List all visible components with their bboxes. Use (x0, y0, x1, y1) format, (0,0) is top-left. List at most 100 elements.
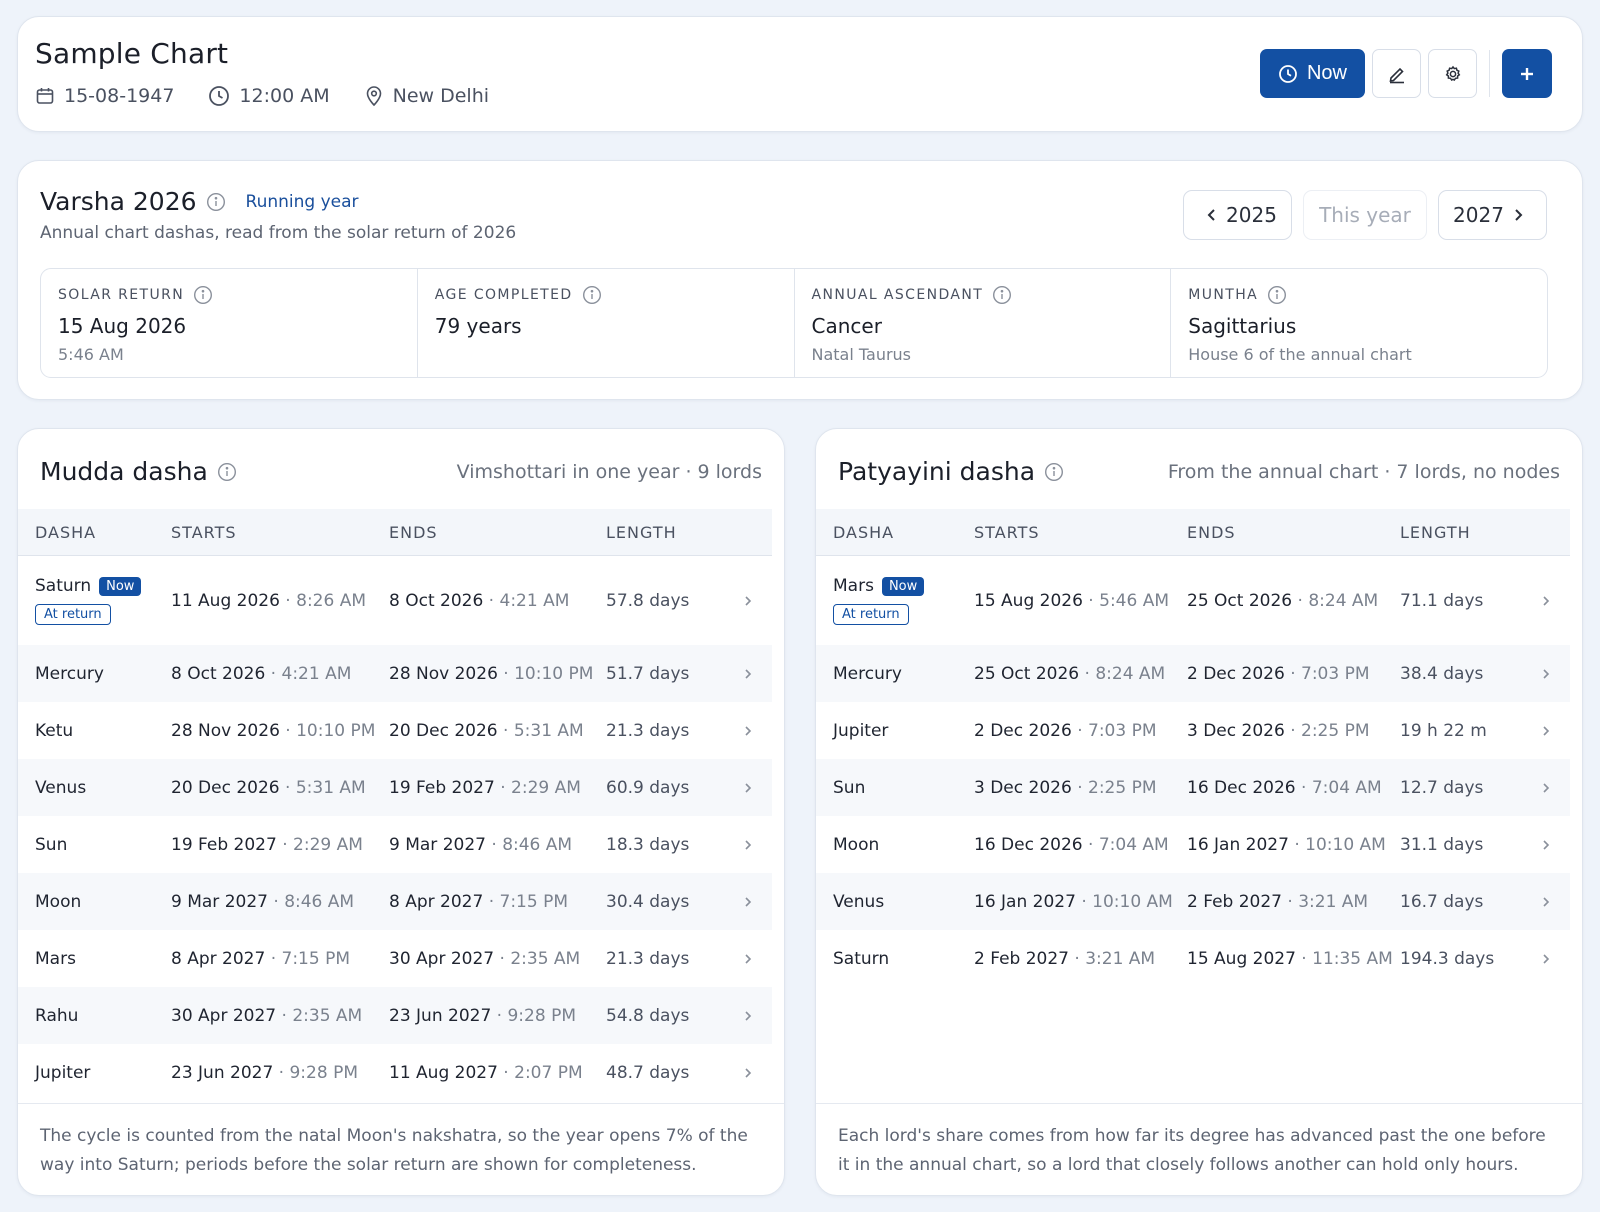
end-time: 5:31 AM (513, 720, 584, 741)
table-row[interactable]: Saturn Now At return 11 Aug 2026 · 8:26 AM 8… (18, 556, 772, 645)
table-row[interactable]: Rahu 30 Apr 2027 · 2:35 AM 23 Jun 2027 · 9… (18, 987, 772, 1044)
length-cell: 194.3 days (1400, 948, 1495, 969)
end-cell: 9 Mar 2027 · 8:46 AM (389, 834, 573, 855)
patyayini-dasha-title: Patyayini dasha (838, 457, 1036, 486)
column-header-ends: ENDS (389, 522, 438, 542)
end-time: 7:15 PM (499, 891, 569, 912)
start-time: 7:15 PM (281, 948, 351, 969)
table-row[interactable]: Ketu 28 Nov 2026 · 10:10 PM 20 Dec 2026 · … (18, 702, 772, 759)
chevron-right-icon[interactable] (724, 838, 772, 852)
chevron-right-icon[interactable] (1522, 952, 1570, 966)
start-cell: 3 Dec 2026 · 2:25 PM (974, 777, 1157, 798)
dasha-lord: Rahu (35, 1005, 79, 1026)
chevron-right-icon[interactable] (724, 594, 772, 608)
dasha-lord: Moon (833, 834, 880, 855)
table-row[interactable]: Moon 9 Mar 2027 · 8:46 AM 8 Apr 2027 · 7:1… (18, 873, 772, 930)
previous-year-label: 2025 (1226, 203, 1277, 227)
table-row[interactable]: Mercury 8 Oct 2026 · 4:21 AM 28 Nov 2026 ·… (18, 645, 772, 702)
table-row[interactable]: Venus 20 Dec 2026 · 5:31 AM 19 Feb 2027 · … (18, 759, 772, 816)
chevron-right-icon[interactable] (724, 895, 772, 909)
table-header: DASHA STARTS ENDS LENGTH (18, 509, 772, 556)
dasha-lord: Sun (35, 834, 68, 855)
location-pin-icon (366, 86, 381, 107)
chevron-right-icon[interactable] (724, 1066, 772, 1080)
varsha-stats: SOLAR RETURN 15 Aug 2026 5:46 AM AGE COM… (40, 268, 1548, 378)
varsha-card: Varsha 2026 Running year Annual chart da… (17, 160, 1583, 400)
info-icon[interactable] (193, 285, 213, 305)
chevron-right-icon[interactable] (724, 781, 772, 795)
start-time: 7:04 AM (1098, 834, 1169, 855)
start-time: 8:24 AM (1095, 663, 1166, 684)
now-badge: Now (99, 576, 142, 596)
mudda-dasha-footnote: The cycle is counted from the natal Moon… (18, 1103, 784, 1195)
edit-button[interactable] (1372, 49, 1421, 98)
chevron-right-icon[interactable] (724, 1009, 772, 1023)
info-icon[interactable] (992, 285, 1012, 305)
patyayini-dasha-footnote: Each lord's share comes from how far its… (816, 1103, 1582, 1195)
end-time: 8:24 AM (1308, 590, 1379, 611)
chevron-right-icon[interactable] (724, 724, 772, 738)
add-button[interactable] (1502, 49, 1552, 98)
chevron-right-icon[interactable] (1522, 838, 1570, 852)
length-cell: 30.4 days (606, 891, 690, 912)
chevron-right-icon[interactable] (1522, 594, 1570, 608)
dasha-lord: Saturn (35, 576, 92, 596)
end-cell: 2 Dec 2026 · 7:03 PM (1187, 663, 1370, 684)
end-cell: 25 Oct 2026 · 8:24 AM (1187, 590, 1379, 611)
table-row[interactable]: Mercury 25 Oct 2026 · 8:24 AM 2 Dec 2026 ·… (816, 645, 1570, 702)
info-icon[interactable] (582, 285, 602, 305)
column-header-length: LENGTH (606, 522, 677, 542)
dasha-lord: Saturn (833, 948, 890, 969)
start-time: 3:21 AM (1085, 948, 1156, 969)
this-year-button[interactable]: This year (1303, 190, 1427, 240)
mudda-dasha-rows: Saturn Now At return 11 Aug 2026 · 8:26 AM 8… (18, 556, 772, 1101)
table-row[interactable]: Mars 8 Apr 2027 · 7:15 PM 30 Apr 2027 · 2:… (18, 930, 772, 987)
chevron-right-icon[interactable] (724, 667, 772, 681)
chart-place: New Delhi (364, 85, 489, 107)
length-cell: 48.7 days (606, 1062, 690, 1083)
start-date: 8 Oct 2026 (171, 663, 266, 684)
stat-muntha: MUNTHA Sagittarius House 6 of the annual… (1171, 269, 1547, 377)
info-icon[interactable] (206, 192, 226, 212)
column-header-dasha: DASHA (833, 522, 895, 542)
start-date: 23 Jun 2027 (171, 1062, 274, 1083)
table-row[interactable]: Jupiter 23 Jun 2027 · 9:28 PM 11 Aug 2027 … (18, 1044, 772, 1101)
info-icon[interactable] (1267, 285, 1287, 305)
dasha-lord: Mars (833, 576, 874, 596)
table-row[interactable]: Sun 3 Dec 2026 · 2:25 PM 16 Dec 2026 · 7:0… (816, 759, 1570, 816)
end-date: 15 Aug 2027 (1187, 948, 1296, 969)
chevron-right-icon[interactable] (1522, 724, 1570, 738)
start-time: 2:29 AM (293, 834, 363, 855)
table-row[interactable]: Jupiter 2 Dec 2026 · 7:03 PM 3 Dec 2026 · … (816, 702, 1570, 759)
chevron-right-icon[interactable] (1522, 781, 1570, 795)
chevron-right-icon[interactable] (1522, 895, 1570, 909)
chevron-right-icon[interactable] (1522, 667, 1570, 681)
at-return-badge: At return (35, 604, 111, 625)
dasha-lord: Ketu (35, 720, 74, 741)
now-button[interactable]: Now (1260, 49, 1365, 98)
table-row[interactable]: Mars Now At return 15 Aug 2026 · 5:46 AM 25 … (816, 556, 1570, 645)
table-row[interactable]: Saturn 2 Feb 2027 · 3:21 AM 15 Aug 2027 · … (816, 930, 1570, 987)
chart-date: 15-08-1947 (35, 85, 174, 107)
end-cell: 19 Feb 2027 · 2:29 AM (389, 777, 581, 798)
mudda-dasha-description: Vimshottari in one year · 9 lords (456, 460, 762, 483)
chart-date-text: 15-08-1947 (64, 85, 175, 107)
next-year-button[interactable]: 2027 (1438, 190, 1547, 240)
stat-annual-ascendant: ANNUAL ASCENDANT Cancer Natal Taurus (795, 269, 1172, 377)
dasha-lord: Mercury (35, 663, 104, 684)
table-row[interactable]: Moon 16 Dec 2026 · 7:04 AM 16 Jan 2027 · 1… (816, 816, 1570, 873)
end-cell: 15 Aug 2027 · 11:35 AM (1187, 948, 1393, 969)
table-row[interactable]: Venus 16 Jan 2027 · 10:10 AM 2 Feb 2027 · … (816, 873, 1570, 930)
info-icon[interactable] (217, 462, 237, 482)
table-header: DASHA STARTS ENDS LENGTH (816, 509, 1570, 556)
chevron-right-icon[interactable] (724, 952, 772, 966)
previous-year-button[interactable]: 2025 (1183, 190, 1292, 240)
end-time: 2:29 AM (511, 777, 581, 798)
stat-value: Sagittarius (1188, 314, 1297, 338)
start-cell: 16 Jan 2027 · 10:10 AM (974, 891, 1173, 912)
stat-label: AGE COMPLETED (434, 287, 573, 303)
settings-button[interactable] (1428, 49, 1477, 98)
table-row[interactable]: Sun 19 Feb 2027 · 2:29 AM 9 Mar 2027 · 8:4… (18, 816, 772, 873)
info-icon[interactable] (1044, 462, 1064, 482)
start-time: 7:03 PM (1088, 720, 1157, 741)
